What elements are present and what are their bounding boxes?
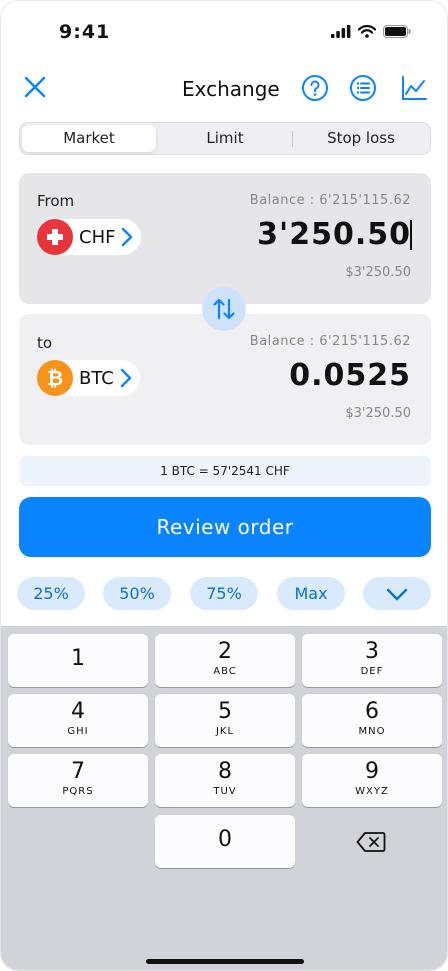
key-digit: 6 — [365, 699, 379, 724]
to-amount: 0.0525 — [289, 358, 411, 393]
key-letters: MNO — [358, 726, 386, 737]
key-6[interactable]: 6 MNO — [302, 694, 442, 747]
list-icon[interactable] — [349, 74, 377, 102]
key-digit: 0 — [218, 827, 232, 852]
nav-bar: Exchange — [1, 69, 447, 109]
key-letters: DEF — [360, 666, 384, 677]
key-digit: 3 — [365, 639, 379, 664]
key-5[interactable]: 5 JKL — [155, 694, 295, 747]
tab-stop-loss[interactable]: Stop loss — [294, 125, 428, 152]
key-letters: TUV — [213, 786, 237, 797]
bitcoin-icon: ₿ — [37, 360, 73, 396]
key-1[interactable]: 1 — [8, 634, 148, 687]
help-icon[interactable] — [301, 74, 329, 102]
quick-50-button[interactable]: 50% — [103, 577, 171, 610]
key-digit: 7 — [71, 759, 85, 784]
status-time: 9:41 — [59, 21, 111, 43]
to-currency-code: BTC — [79, 367, 114, 389]
backspace-key[interactable] — [301, 815, 441, 868]
tab-market[interactable]: Market — [22, 125, 156, 152]
tab-limit[interactable]: Limit — [158, 125, 292, 152]
swap-button[interactable] — [202, 287, 246, 331]
quick-max-button[interactable]: Max — [277, 577, 345, 610]
home-indicator — [146, 959, 304, 964]
to-fiat-value: $3'250.50 — [345, 406, 411, 421]
key-letters: ABC — [213, 666, 237, 677]
from-fiat-value: $3'250.50 — [345, 265, 411, 280]
order-type-tabs: Market Limit Stop loss — [19, 122, 431, 155]
to-label: to — [37, 334, 53, 352]
key-digit: 5 — [218, 699, 232, 724]
chevron-right-icon — [122, 227, 133, 247]
key-3[interactable]: 3 DEF — [302, 634, 442, 687]
page-title: Exchange — [182, 77, 280, 101]
chart-icon[interactable] — [400, 74, 428, 102]
quick-25-button[interactable]: 25% — [17, 577, 85, 610]
signal-icon — [331, 25, 351, 38]
key-letters: JKL — [215, 726, 235, 737]
to-currency-selector[interactable]: ₿ BTC — [37, 360, 140, 396]
tab-divider — [292, 131, 293, 147]
key-4[interactable]: 4 GHI — [8, 694, 148, 747]
wifi-icon — [358, 25, 376, 38]
key-8[interactable]: 8 TUV — [155, 754, 295, 807]
quick-75-button[interactable]: 75% — [190, 577, 258, 610]
key-2[interactable]: 2 ABC — [155, 634, 295, 687]
swap-icon — [213, 298, 235, 320]
from-card: From Balance : 6'215'115.62 CHF 3'250.50… — [19, 173, 431, 304]
battery-icon — [383, 25, 411, 38]
backspace-icon — [356, 831, 386, 852]
numeric-keypad: 1 2 ABC 3 DEF 4 GHI 5 JKL 6 MNO 7 PQRS 8 TUV 9 W… — [1, 626, 447, 970]
collapse-keyboard-button[interactable] — [363, 577, 431, 610]
key-digit: 2 — [218, 639, 232, 664]
from-currency-selector[interactable]: CHF — [37, 219, 142, 255]
status-icons — [331, 25, 411, 38]
from-label: From — [37, 192, 75, 210]
to-balance: Balance : 6'215'115.62 — [249, 334, 411, 349]
key-letters: GHI — [67, 726, 89, 737]
phone-screen: 9:41 Exchange Market Limit Stop loss Fro… — [0, 0, 448, 971]
status-bar: 9:41 — [1, 1, 447, 61]
key-digit: 9 — [365, 759, 379, 784]
key-letters: PQRS — [62, 786, 94, 797]
close-icon[interactable] — [21, 73, 49, 101]
key-digit: 8 — [218, 759, 232, 784]
review-order-button[interactable]: Review order — [19, 497, 431, 557]
key-0[interactable]: 0 — [155, 815, 295, 868]
from-currency-code: CHF — [79, 226, 116, 248]
swiss-flag-icon — [37, 219, 73, 255]
from-balance: Balance : 6'215'115.62 — [249, 193, 411, 208]
from-amount-input[interactable]: 3'250.50 — [257, 217, 411, 252]
key-digit: 4 — [71, 699, 85, 724]
chevron-right-icon — [120, 368, 132, 388]
text-cursor — [410, 220, 412, 250]
key-letters: WXYZ — [355, 786, 389, 797]
to-card: to Balance : 6'215'115.62 ₿ BTC 0.0525 $… — [19, 314, 431, 445]
chevron-down-icon — [386, 588, 408, 601]
exchange-rate: 1 BTC = 57'2541 CHF — [19, 456, 431, 486]
key-digit: 1 — [71, 646, 85, 671]
key-7[interactable]: 7 PQRS — [8, 754, 148, 807]
key-9[interactable]: 9 WXYZ — [302, 754, 442, 807]
